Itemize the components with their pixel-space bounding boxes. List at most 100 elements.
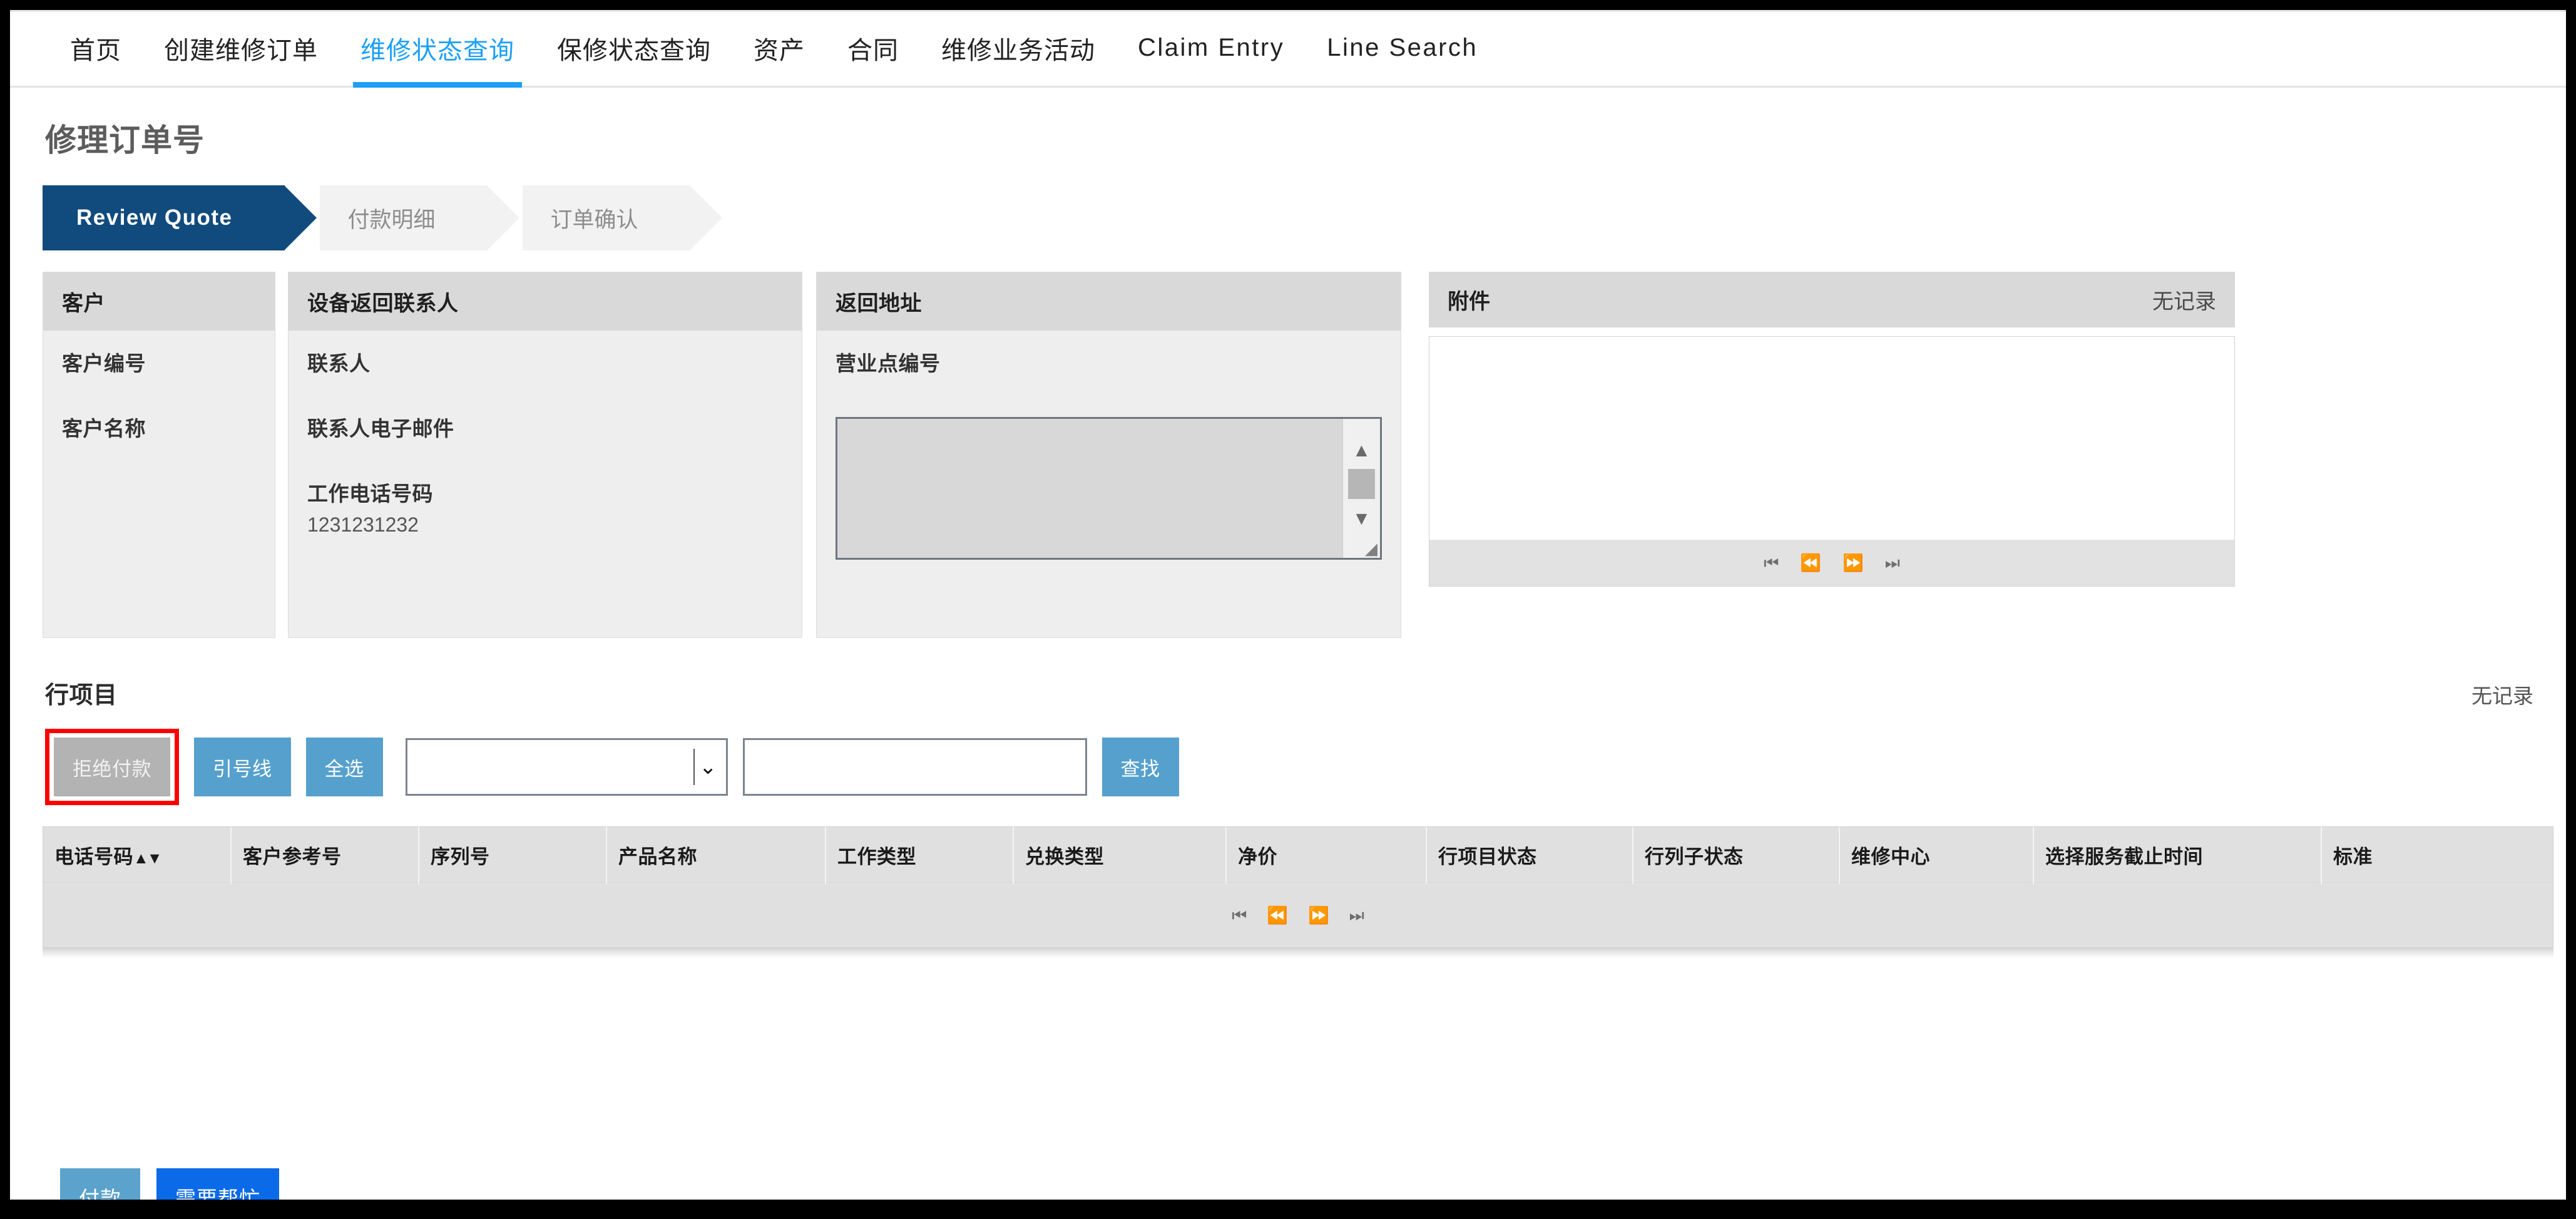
first-page-icon[interactable]: ⏮ (1232, 907, 1247, 924)
chevron-right-icon (690, 185, 723, 250)
field-label: 工作电话号码 (307, 482, 433, 505)
return-address-panel-title: 返回地址 (836, 292, 922, 316)
main-navigation: 首页 创建维修订单 维修状态查询 保修状态查询 资产 合同 维修业务活动 Claim Entr… (10, 10, 2566, 88)
next-page-icon[interactable]: ⏩ (1843, 554, 1864, 572)
select-separator (693, 749, 695, 785)
column-header-5[interactable]: 兑换类型 (1013, 827, 1227, 883)
step-payment-details[interactable]: 付款明细 (320, 185, 520, 250)
footer-actions: 付款 需要帮忙 (60, 1168, 2566, 1200)
search-button[interactable]: 查找 (1101, 738, 1179, 796)
nav-item-label: 维修状态查询 (360, 36, 514, 64)
column-header-0[interactable]: 电话号码▲▼ (43, 827, 232, 883)
nav-item-label: 保修状态查询 (557, 36, 711, 64)
scroll-up-icon[interactable]: ▲ (1343, 435, 1380, 466)
nav-item-7[interactable]: Claim Entry (1117, 10, 1306, 86)
return-address-panel-body: 营业点编号 ▲ ▼ ◢ (817, 331, 1401, 579)
nav-item-2[interactable]: 维修状态查询 (339, 10, 536, 88)
resize-grip-icon[interactable]: ◢ (1365, 540, 1377, 557)
field-value: 1231231232 (307, 513, 419, 536)
column-header-4[interactable]: 工作类型 (825, 827, 1014, 883)
previous-page-icon[interactable]: ⏪ (1800, 554, 1821, 572)
nav-item-0[interactable]: 首页 (49, 10, 143, 86)
page-title: 修理订单号 (45, 123, 205, 158)
nav-item-label: 合同 (847, 36, 899, 64)
column-header-label: 行项目状态 (1438, 846, 1537, 868)
column-header-10[interactable]: 选择服务截止时间 (2033, 827, 2322, 883)
first-page-icon[interactable]: ⏮ (1764, 554, 1779, 572)
search-input[interactable] (742, 738, 1087, 796)
reject-payment-button[interactable]: 拒绝付款 (54, 738, 170, 796)
return-address-panel: 返回地址 营业点编号 ▲ ▼ ◢ (816, 272, 1401, 638)
nav-item-label: 资产 (754, 36, 805, 64)
select-all-button[interactable]: 全选 (305, 738, 383, 796)
step-review-quote[interactable]: Review Quote (43, 185, 317, 250)
column-header-2[interactable]: 序列号 (419, 827, 607, 883)
last-page-icon[interactable]: ⏭ (1885, 554, 1900, 572)
attachments-list (1429, 337, 2234, 540)
field-customer-name: 客户名称 (62, 412, 256, 442)
line-items-table-scroller[interactable]: 电话号码▲▼ 客户参考号 序列号 产品名称 工作类型 兑换类型 净价 行项目状态 行列子状态 维修… (43, 827, 2553, 883)
column-header-7[interactable]: 行项目状态 (1426, 827, 1633, 883)
field-label: 客户编号 (62, 352, 146, 375)
nav-item-6[interactable]: 维修业务活动 (920, 10, 1117, 86)
column-header-label: 维修中心 (1851, 846, 1930, 868)
nav-item-8[interactable]: Line Search (1306, 10, 1499, 86)
line-items-no-records: 无记录 (2471, 684, 2533, 707)
nav-item-3[interactable]: 保修状态查询 (536, 10, 732, 86)
wizard-steps: Review Quote 付款明细 订单确认 (43, 185, 2566, 250)
column-header-3[interactable]: 产品名称 (606, 827, 826, 883)
nav-item-1[interactable]: 创建维修订单 (143, 10, 339, 86)
column-header-label: 电话号码 (54, 846, 133, 868)
quote-line-button[interactable]: 引号线 (194, 738, 291, 796)
step-label: Review Quote (76, 205, 233, 230)
column-header-11[interactable]: 标准 (2321, 827, 2553, 883)
attachments-frame: ⏮ ⏪ ⏩ ⏭ (1429, 336, 2235, 587)
reject-payment-highlight: 拒绝付款 (45, 729, 179, 805)
nav-item-5[interactable]: 合同 (826, 10, 920, 86)
customer-panel: 客户 客户编号 客户名称 (43, 272, 275, 638)
nav-item-label: 创建维修订单 (164, 36, 318, 64)
previous-page-icon[interactable]: ⏪ (1267, 907, 1288, 924)
field-label: 营业点编号 (836, 352, 941, 375)
column-header-9[interactable]: 维修中心 (1839, 827, 2034, 883)
column-header-label: 行列子状态 (1645, 846, 1744, 868)
nav-item-label: Line Search (1327, 34, 1478, 61)
line-items-toolbar: 拒绝付款 引号线 全选 ⌄ 查找 (45, 729, 2566, 805)
chevron-down-icon: ⌄ (699, 755, 717, 779)
column-header-8[interactable]: 行列子状态 (1633, 827, 1840, 883)
scrollbar-thumb[interactable] (1348, 469, 1375, 499)
info-panels: 客户 客户编号 客户名称 设备返回联系人 联系人 联系人电子邮件 工作电话号码 … (43, 272, 2566, 638)
column-header-label: 选择服务截止时间 (2045, 846, 2203, 868)
pay-button[interactable]: 付款 (60, 1168, 140, 1200)
field-customer-number: 客户编号 (62, 347, 256, 377)
last-page-icon[interactable]: ⏭ (1349, 907, 1364, 924)
nav-item-4[interactable]: 资产 (732, 10, 826, 86)
line-items-table-head: 电话号码▲▼ 客户参考号 序列号 产品名称 工作类型 兑换类型 净价 行项目状态 行列子状态 维修… (43, 827, 2553, 883)
customer-panel-body: 客户编号 客户名称 (43, 331, 275, 467)
column-header-label: 序列号 (431, 846, 490, 868)
column-header-label: 客户参考号 (243, 846, 342, 868)
sort-arrows-icon[interactable]: ▲▼ (133, 850, 162, 867)
attachments-panel-title: 附件 (1448, 290, 1490, 314)
return-contact-panel-header: 设备返回联系人 (289, 272, 802, 331)
step-order-confirmation[interactable]: 订单确认 (523, 185, 723, 250)
filter-field-select[interactable]: ⌄ (405, 738, 728, 796)
chevron-right-icon (487, 185, 520, 250)
table-bottom-shadow (43, 948, 2553, 958)
field-label: 客户名称 (62, 417, 146, 440)
next-page-icon[interactable]: ⏩ (1308, 907, 1329, 924)
textarea-scrollbar[interactable]: ▲ ▼ (1342, 419, 1380, 558)
return-contact-panel: 设备返回联系人 联系人 联系人电子邮件 工作电话号码 1231231232 (288, 272, 802, 638)
return-contact-panel-title: 设备返回联系人 (307, 292, 459, 316)
customer-panel-title: 客户 (62, 292, 105, 316)
column-header-label: 工作类型 (837, 846, 916, 868)
scroll-down-icon[interactable]: ▼ (1343, 503, 1380, 535)
line-items-table-wrapper: 电话号码▲▼ 客户参考号 序列号 产品名称 工作类型 兑换类型 净价 行项目状态 行列子状态 维修… (43, 826, 2553, 948)
return-contact-panel-body: 联系人 联系人电子邮件 工作电话号码 1231231232 (289, 331, 802, 555)
return-address-textarea[interactable]: ▲ ▼ ◢ (836, 417, 1382, 560)
column-header-1[interactable]: 客户参考号 (231, 827, 419, 883)
line-items-title: 行项目 (45, 682, 118, 709)
column-header-6[interactable]: 净价 (1226, 827, 1427, 883)
column-header-label: 净价 (1238, 846, 1277, 868)
need-help-button[interactable]: 需要帮忙 (156, 1168, 279, 1200)
